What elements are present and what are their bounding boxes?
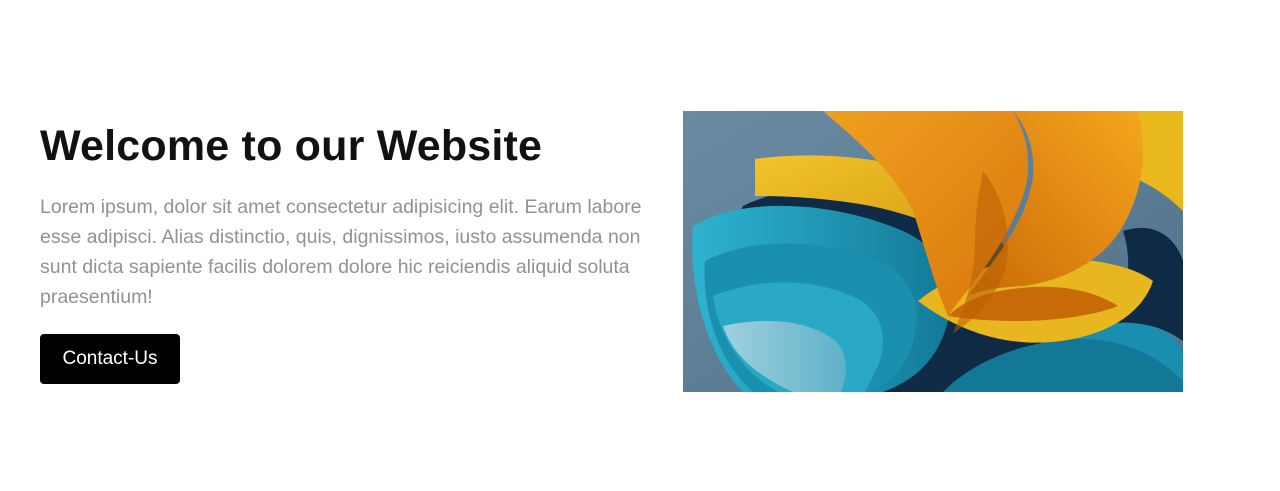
abstract-wave-artwork bbox=[683, 111, 1183, 392]
hero-section: Welcome to our Website Lorem ipsum, dolo… bbox=[0, 0, 1280, 491]
hero-description: Lorem ipsum, dolor sit amet consectetur … bbox=[40, 196, 642, 308]
contact-us-button[interactable]: Contact-Us bbox=[40, 334, 180, 384]
hero-text-column: Welcome to our Website Lorem ipsum, dolo… bbox=[40, 118, 670, 384]
page-title: Welcome to our Website bbox=[40, 122, 543, 170]
hero-image bbox=[683, 111, 1183, 392]
